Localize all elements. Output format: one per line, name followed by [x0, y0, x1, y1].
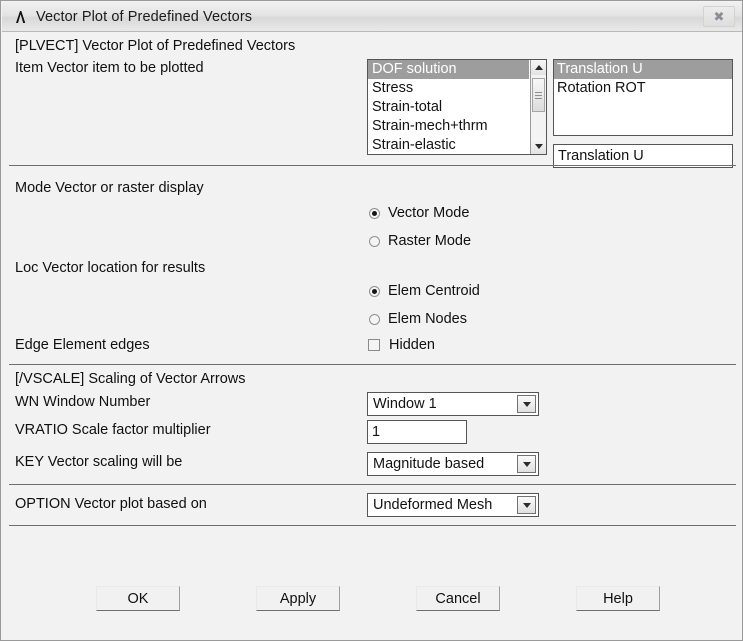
vector-scaling-dropdown[interactable]: Magnitude based: [367, 452, 539, 476]
checkbox-indicator: [368, 339, 380, 351]
ok-button[interactable]: OK: [96, 586, 180, 611]
radio-raster-mode[interactable]: Raster Mode: [369, 233, 471, 249]
item-listbox-scrollbar[interactable]: [530, 60, 546, 154]
separator: [9, 364, 736, 365]
component-listbox-items: Translation U Rotation ROT: [554, 60, 732, 135]
radio-label: Vector Mode: [388, 205, 470, 221]
item-listbox[interactable]: DOF solution Stress Strain-total Strain-…: [367, 59, 547, 155]
loc-section-label: Loc Vector location for results: [15, 260, 206, 276]
radio-elem-centroid[interactable]: Elem Centroid: [369, 283, 480, 299]
radio-indicator: [369, 313, 380, 325]
radio-indicator: [369, 285, 380, 297]
window-title: Vector Plot of Predefined Vectors: [36, 8, 253, 25]
separator: [9, 165, 736, 166]
vector-plot-basis-dropdown[interactable]: Undeformed Mesh: [367, 493, 539, 517]
scrollbar-thumb[interactable]: [532, 78, 545, 112]
separator: [9, 525, 736, 526]
radio-label: Raster Mode: [388, 233, 472, 249]
vratio-input[interactable]: 1: [367, 420, 467, 444]
list-item[interactable]: Rotation ROT: [554, 79, 732, 98]
key-label: KEY Vector scaling will be: [15, 454, 183, 470]
chevron-down-icon[interactable]: [517, 455, 536, 473]
mode-section-label: Mode Vector or raster display: [15, 180, 204, 196]
item-label: Item Vector item to be plotted: [15, 60, 204, 76]
list-item[interactable]: Translation U: [554, 60, 732, 79]
window-number-dropdown[interactable]: Window 1: [367, 392, 539, 416]
command-label: [PLVECT] Vector Plot of Predefined Vecto…: [15, 38, 296, 54]
cancel-button[interactable]: Cancel: [416, 586, 500, 611]
edge-section-label: Edge Element edges: [15, 337, 150, 353]
checkbox-label: Hidden: [389, 337, 435, 353]
radio-vector-mode[interactable]: Vector Mode: [369, 205, 469, 221]
radio-label: Elem Centroid: [388, 283, 480, 299]
chevron-down-icon[interactable]: [517, 395, 536, 413]
option-label: OPTION Vector plot based on: [15, 496, 207, 512]
dropdown-value: Undeformed Mesh: [373, 497, 493, 513]
item-listbox-items: DOF solution Stress Strain-total Strain-…: [368, 60, 529, 154]
list-item[interactable]: DOF solution: [368, 60, 529, 79]
wn-label: WN Window Number: [15, 394, 151, 410]
checkbox-hidden[interactable]: Hidden: [368, 337, 435, 353]
list-item[interactable]: Strain-mech+thrm: [368, 117, 529, 136]
component-listbox[interactable]: Translation U Rotation ROT: [553, 59, 733, 136]
ansys-logo-icon: [10, 6, 32, 28]
list-item[interactable]: Strain-elastic: [368, 136, 529, 154]
vscale-command-label: [/VSCALE] Scaling of Vector Arrows: [15, 371, 246, 387]
close-icon[interactable]: ✖: [703, 6, 735, 27]
scroll-down-icon[interactable]: [531, 139, 546, 154]
list-item[interactable]: Stress: [368, 79, 529, 98]
vector-plot-dialog: Vector Plot of Predefined Vectors ✖ [PLV…: [0, 0, 743, 641]
help-button[interactable]: Help: [576, 586, 660, 611]
dropdown-value: Magnitude based: [373, 456, 485, 472]
list-item[interactable]: Strain-total: [368, 98, 529, 117]
radio-label: Elem Nodes: [388, 311, 467, 327]
radio-indicator: [369, 207, 380, 219]
dialog-body: [PLVECT] Vector Plot of Predefined Vecto…: [2, 32, 742, 640]
radio-indicator: [369, 235, 380, 247]
scroll-up-icon[interactable]: [531, 60, 546, 75]
dropdown-value: Window 1: [373, 396, 437, 412]
vratio-label: VRATIO Scale factor multiplier: [15, 422, 211, 438]
separator: [9, 484, 736, 485]
radio-elem-nodes[interactable]: Elem Nodes: [369, 311, 467, 327]
apply-button[interactable]: Apply: [256, 586, 340, 611]
title-bar[interactable]: Vector Plot of Predefined Vectors ✖: [2, 2, 742, 32]
chevron-down-icon[interactable]: [517, 496, 536, 514]
